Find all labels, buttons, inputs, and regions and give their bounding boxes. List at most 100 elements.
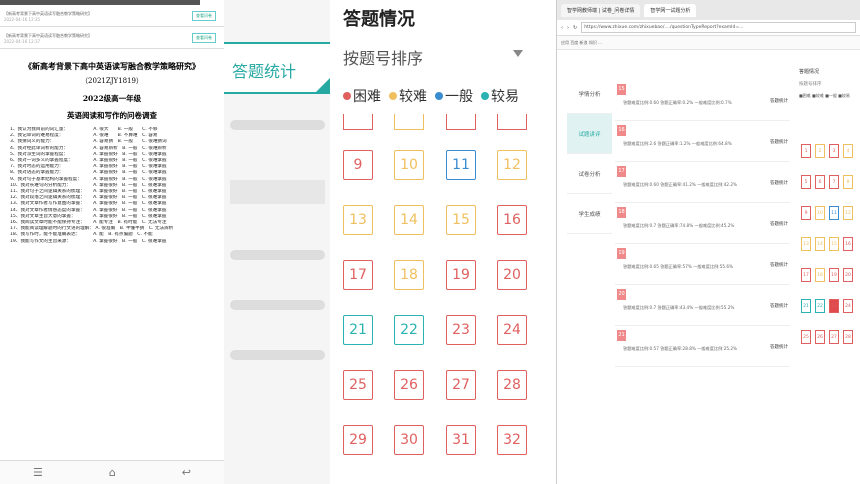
question-cell[interactable]: 19 — [446, 260, 476, 290]
question-report-row: 18 答题难度比例:0.7 答题正确率:74.8% 一般难度比例:45.2% 答题统… — [615, 203, 790, 244]
browser-tab[interactable]: 智学网教师端 | 试卷_问卷详情 — [561, 3, 641, 17]
sort-dropdown[interactable]: 按题号排序 — [343, 45, 423, 69]
mini-question-cell[interactable]: 22 — [815, 299, 825, 313]
question-cell[interactable]: 12 — [497, 150, 527, 180]
answer-stat-label: 答题统计 — [232, 62, 297, 81]
placeholder-bar — [230, 180, 325, 204]
mini-question-cell[interactable]: 19 — [829, 268, 839, 282]
mini-question-cell[interactable]: 23 — [829, 299, 839, 313]
mini-question-cell[interactable]: 8 — [843, 175, 853, 189]
mini-question-cell[interactable]: 3 — [829, 144, 839, 158]
question-cell[interactable]: 27 — [446, 370, 476, 400]
back-icon[interactable]: ↩ — [182, 466, 191, 479]
mini-question-cell[interactable]: 5 — [801, 175, 811, 189]
message-title: 【新高考背景下高中英语读写融合教学策略研究】 — [4, 33, 92, 38]
question-cell[interactable]: 16 — [497, 205, 527, 235]
question-cell[interactable]: 28 — [497, 370, 527, 400]
question-cell[interactable]: 31 — [446, 425, 476, 455]
answer-stat-button[interactable]: 答题统计 — [770, 221, 788, 227]
mini-question-cell[interactable]: 7 — [829, 175, 839, 189]
question-cell[interactable]: 20 — [497, 260, 527, 290]
url-field[interactable]: https://www.zhixue.com/zhixuebao/..../qu… — [581, 22, 856, 33]
question-report-list: 15 答题难度比例:0.60 答题正确率:0.2% 一般难度比例:0.7% 答题统计… — [615, 80, 790, 367]
question-cell[interactable]: 17 — [343, 260, 373, 290]
android-nav-bar: ☰ ⌂ ↩ — [0, 460, 224, 484]
reload-icon[interactable]: ↻ — [573, 25, 577, 31]
question-cell[interactable]: 15 — [446, 205, 476, 235]
mini-question-cell[interactable]: 2 — [815, 144, 825, 158]
question-list: 1、我认为我目前的词汇量： A. 很大 B. 一般 C. 不够 2、我记单词的难易… — [10, 127, 214, 245]
sidebar-item[interactable]: 试卷分析 — [567, 154, 612, 194]
legend-label: 一般 — [445, 89, 473, 105]
message-item-2[interactable]: 【新高考背景下高中英语读写融合教学策略研究】 2022-04-16 12:37 … — [0, 27, 224, 49]
mini-question-cell[interactable]: 25 — [801, 330, 811, 344]
back-icon[interactable]: ‹ — [561, 25, 563, 31]
mini-question-cell[interactable]: 11 — [829, 206, 839, 220]
question-cell[interactable]: 23 — [446, 315, 476, 345]
mini-question-cell[interactable]: 13 — [801, 237, 811, 251]
answer-stat-tab[interactable]: 答题统计 — [224, 42, 334, 94]
question-cell[interactable]: 29 — [343, 425, 373, 455]
mini-question-cell[interactable]: 17 — [801, 268, 811, 282]
question-cell[interactable]: 13 — [343, 205, 373, 235]
answer-stat-button[interactable]: 答题统计 — [770, 303, 788, 309]
browser-tab[interactable]: 智学网一试题分析 — [644, 3, 697, 17]
question-cell-partial[interactable] — [446, 114, 476, 130]
question-cell[interactable]: 32 — [497, 425, 527, 455]
question-cell[interactable]: 18 — [394, 260, 424, 290]
view-survey-button[interactable]: 查看问卷 — [192, 11, 216, 21]
mini-question-cell[interactable]: 20 — [843, 268, 853, 282]
view-survey-button[interactable]: 查看问卷 — [192, 33, 216, 43]
mini-question-cell[interactable]: 9 — [801, 206, 811, 220]
legend-dot-icon — [343, 92, 351, 100]
question-cell[interactable]: 22 — [394, 315, 424, 345]
answer-stat-button[interactable]: 答题统计 — [770, 262, 788, 268]
mini-question-cell[interactable]: 28 — [843, 330, 853, 344]
answer-stat-button[interactable]: 答题统计 — [770, 344, 788, 350]
mini-question-cell[interactable]: 27 — [829, 330, 839, 344]
mini-question-cell[interactable]: 1 — [801, 144, 811, 158]
answer-stat-button[interactable]: 答题统计 — [770, 139, 788, 145]
sidebar-item-active[interactable]: 试题讲评 — [567, 114, 612, 154]
question-cell[interactable]: 30 — [394, 425, 424, 455]
report-sidebar: 学情分析 试题讲评 试卷分析 学生成绩 — [567, 74, 612, 234]
mini-sort[interactable]: 按题号排序 — [799, 81, 857, 87]
chevron-down-icon[interactable] — [513, 50, 523, 57]
question-cell[interactable]: 25 — [343, 370, 373, 400]
mini-question-cell[interactable]: 26 — [815, 330, 825, 344]
message-item-1[interactable]: 【新高考背景下高中英语读写融合教学策略研究】 2022-04-16 12:35 … — [0, 5, 224, 27]
mini-question-cell[interactable]: 10 — [815, 206, 825, 220]
sidebar-item[interactable]: 学生成绩 — [567, 194, 612, 234]
question-cell[interactable]: 10 — [394, 150, 424, 180]
answer-stat-button[interactable]: 答题统计 — [770, 180, 788, 186]
bookmarks-bar[interactable]: 应用 百度 新浪 知识 ... — [557, 36, 860, 50]
home-icon[interactable]: ⌂ — [109, 466, 116, 479]
answer-stat-button[interactable]: 答题统计 — [770, 98, 788, 104]
mini-question-cell[interactable]: 14 — [815, 237, 825, 251]
question-cell[interactable]: 21 — [343, 315, 373, 345]
mini-question-cell[interactable]: 6 — [815, 175, 825, 189]
mini-question-cell[interactable]: 15 — [829, 237, 839, 251]
mini-question-cell[interactable]: 4 — [843, 144, 853, 158]
question-cell-partial[interactable] — [394, 114, 424, 130]
sidebar-item[interactable]: 学情分析 — [567, 74, 612, 114]
question-cell[interactable]: 24 — [497, 315, 527, 345]
mini-question-cell[interactable]: 16 — [843, 237, 853, 251]
mini-question-cell[interactable]: 18 — [815, 268, 825, 282]
mini-question-cell[interactable]: 12 — [843, 206, 853, 220]
forward-icon[interactable]: › — [567, 25, 569, 31]
legend-dot-icon — [481, 92, 489, 100]
question-cell[interactable]: 14 — [394, 205, 424, 235]
question-cell[interactable]: 26 — [394, 370, 424, 400]
question-cell[interactable]: 9 — [343, 150, 373, 180]
mini-question-cell[interactable]: 24 — [843, 299, 853, 313]
mini-question-cell[interactable]: 21 — [801, 299, 811, 313]
question-cell-partial[interactable] — [497, 114, 527, 130]
question-cell[interactable]: 11 — [446, 150, 476, 180]
question-report-row: 15 答题难度比例:0.60 答题正确率:0.2% 一般难度比例:0.7% 答题统计 — [615, 80, 790, 121]
legend-dot-icon — [435, 92, 443, 100]
question-stats: 答题难度比例:2.6 答题正确率:1.2% 一般难度比例:64.8% — [623, 141, 732, 146]
legend-item: 较易 — [481, 86, 519, 106]
menu-icon[interactable]: ☰ — [33, 466, 43, 479]
question-cell-partial[interactable] — [343, 114, 373, 130]
